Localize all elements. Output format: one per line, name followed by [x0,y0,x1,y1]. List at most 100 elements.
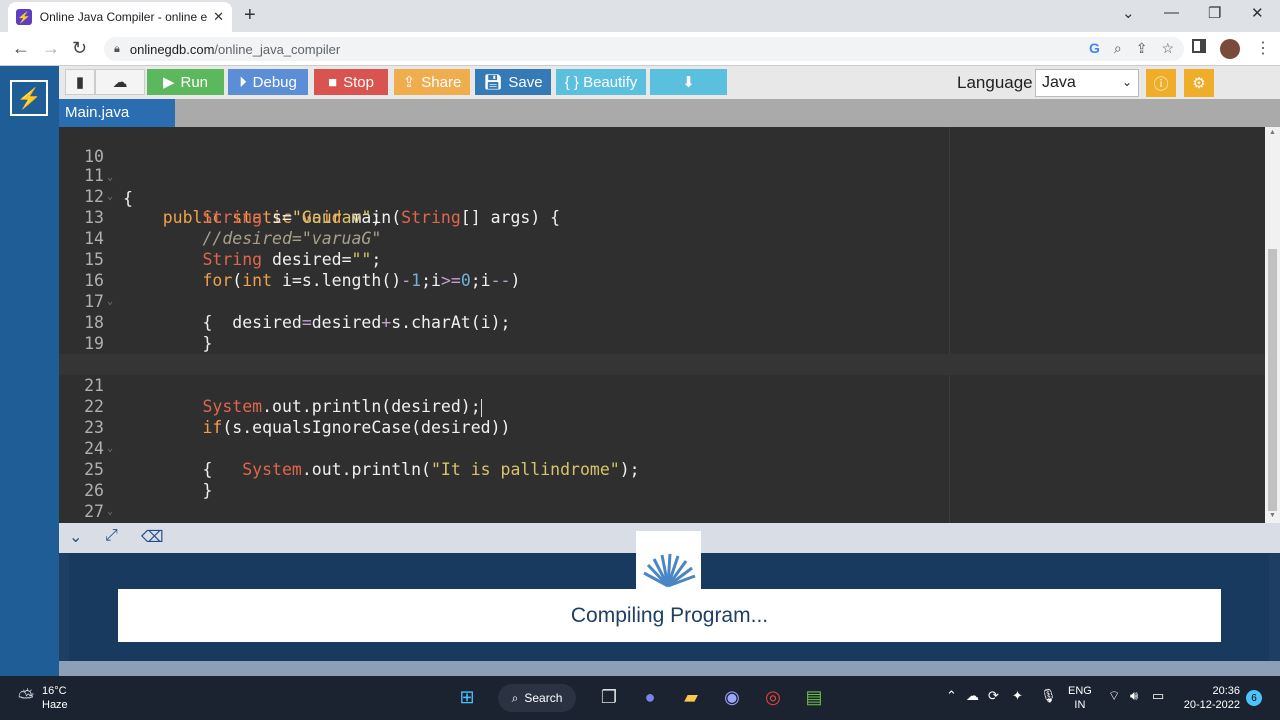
tab-close-icon[interactable]: ✕ [213,9,224,25]
onlinegdb-favicon-icon: ⚡ [16,9,32,25]
scroll-down-icon[interactable]: ▼ [1269,512,1276,519]
reload-icon[interactable]: ↻ [72,38,87,59]
browser-tabstrip: ⚡ Online Java Compiler - online ed ✕ + ⌄… [0,0,1280,32]
onlinegdb-logo-icon[interactable]: ⚡ [10,80,48,116]
code-line[interactable]: 27 System.out.println("It is not pallind… [59,480,1265,521]
share-page-icon[interactable]: ⇪ [1136,40,1148,57]
microphone-icon[interactable]: 🎙︎ [1040,688,1057,704]
stop-button[interactable]: ■ Stop [314,69,388,95]
system-clock[interactable]: 20:36 20-12-2022 [1182,684,1240,712]
file-icon: ▮ [75,74,85,91]
code-line[interactable]: 22 if(s.equalsIgnoreCase(desired)) [59,375,1265,437]
notepad-icon[interactable]: ▤ [801,684,827,710]
debug-button[interactable]: ⏵ Debug [228,69,308,95]
wifi-icon[interactable]: ⌔ [1108,688,1120,704]
save-button[interactable]: 💾︎ Save [475,69,551,95]
code-line[interactable]: 13 //desired="varuaG" [59,186,1265,248]
code-line-active[interactable]: 21 System.out.println(desired); [59,354,1265,417]
tab-search-chevron-icon[interactable]: ⌄ [1122,4,1135,22]
input-language-indicator[interactable]: ENG IN [1068,684,1092,712]
url-host: onlinegdb.com [129,41,215,57]
onedrive-icon[interactable]: ☁ [966,688,979,704]
settings-button[interactable]: ⚙ [1184,69,1214,97]
restore-icon[interactable]: ❐ [1208,4,1221,22]
save-label: Save [508,73,543,91]
code-line[interactable]: 17 desired=desired+s.charAt(i); [59,270,1265,332]
scrollbar-thumb[interactable] [1268,249,1277,511]
tab-title: Online Java Compiler - online ed [39,10,208,24]
stop-icon: ■ [328,73,338,91]
volume-icon[interactable]: 🔊︎ [1130,688,1138,704]
language-select[interactable]: Java ⌄ [1035,69,1139,97]
windows-start-icon[interactable]: ⊞ [454,684,480,710]
back-icon[interactable]: ← [12,38,30,59]
file-explorer-icon[interactable]: ▰ [678,684,704,710]
code-line[interactable]: 23 ⌄ { [59,396,1265,479]
code-editor[interactable]: 10 ⌄ { 11 ⌄ public static void main(Stri… [59,127,1265,523]
tray-overflow-chevron-icon[interactable]: ⌃ [946,688,957,704]
weather-widget[interactable]: ⛅︎ 16°C Haze [18,684,68,712]
code-line[interactable]: 16 ⌄ { [59,249,1265,332]
url-path: /online_java_compiler [214,41,341,57]
clock-date: 20-12-2022 [1183,699,1240,711]
expand-icon[interactable]: ⤢ [105,527,118,545]
search-icon: ⌕ [511,690,519,705]
taskbar-search-button[interactable]: ⌕ Search [498,684,576,712]
debug-icon: ⏵ [239,73,247,91]
teams-chat-icon[interactable]: ● [637,684,663,710]
tab-main-java[interactable]: Main.java [59,99,175,127]
scroll-up-icon[interactable]: ▲ [1269,129,1276,136]
new-file-button[interactable]: ▮ [65,69,95,95]
code-line[interactable]: 12 String s="Gaurav"; [59,165,1265,227]
beautify-label: { } Beautify [564,73,638,91]
weather-condition: Haze [42,699,68,711]
url-field[interactable]: 🔒︎ onlinegdb.com/online_java_compiler G … [104,37,1184,61]
window-close-icon[interactable]: ✕ [1251,4,1264,22]
new-tab-icon[interactable]: + [244,4,256,27]
loading-spinner-icon [636,531,701,591]
app-icon[interactable]: ◉ [719,684,745,710]
code-line[interactable]: 28 } [59,501,1265,522]
download-icon: ⬇ [682,74,695,91]
minimize-icon[interactable]: — [1164,4,1179,21]
notification-badge[interactable]: 6 [1246,690,1262,706]
sync-icon[interactable]: ⟳ [988,688,999,704]
code-line[interactable]: 25 } [59,438,1265,500]
language-value: Java [1042,74,1076,91]
upload-file-button[interactable]: ☁ [95,69,145,95]
clear-output-icon[interactable]: ⌫ [141,527,164,547]
avatar[interactable] [1220,39,1240,59]
code-line[interactable]: 15 for(int i=s.length()-1;i>=0;i--) [59,228,1265,290]
forward-icon[interactable]: → [42,38,60,59]
download-button[interactable]: ⬇ [650,69,727,95]
side-panel-icon[interactable] [1192,39,1206,53]
bookmark-star-icon[interactable]: ☆ [1161,40,1174,57]
run-button[interactable]: ▶ Run [147,69,224,95]
code-line[interactable]: 19 [59,312,1265,353]
google-icon[interactable]: G [1089,40,1100,57]
share-icon: ⇪ [402,74,416,91]
collapse-chevron-icon[interactable]: ⌄ [69,527,82,547]
code-line[interactable]: 24 System.out.println("It is pallindrome… [59,417,1265,479]
code-line[interactable]: 11 ⌄ public static void main(String[] ar… [59,144,1265,227]
chrome-icon[interactable]: ◎ [760,684,786,710]
info-icon: ⓘ [1153,75,1169,93]
code-line[interactable]: 18 } [59,291,1265,353]
code-line[interactable]: 26 ⌄ else{ [59,459,1265,517]
language-code: ENG [1068,685,1092,697]
code-line[interactable]: 14 String desired=""; [59,207,1265,269]
info-button[interactable]: ⓘ [1146,69,1176,97]
output-bottom-strip [59,661,1280,676]
code-line[interactable]: 20 [59,333,1265,374]
editor-scrollbar[interactable]: ▲ ▼ [1265,127,1280,523]
chevron-down-icon: ⌄ [1121,75,1132,89]
beautify-button[interactable]: { } Beautify [556,69,646,95]
battery-icon[interactable]: ▭ [1152,688,1164,704]
cloud-sun-icon: ⛅︎ [18,686,34,709]
zoom-icon[interactable]: ⌕ [1114,40,1122,57]
tray-app-icon[interactable]: ✦ [1012,688,1023,704]
browser-tab[interactable]: ⚡ Online Java Compiler - online ed ✕ [8,2,232,32]
browser-menu-icon[interactable]: ⋮ [1255,38,1271,58]
share-button[interactable]: ⇪ Share [394,69,470,95]
task-view-icon[interactable]: ❐ [596,684,622,710]
